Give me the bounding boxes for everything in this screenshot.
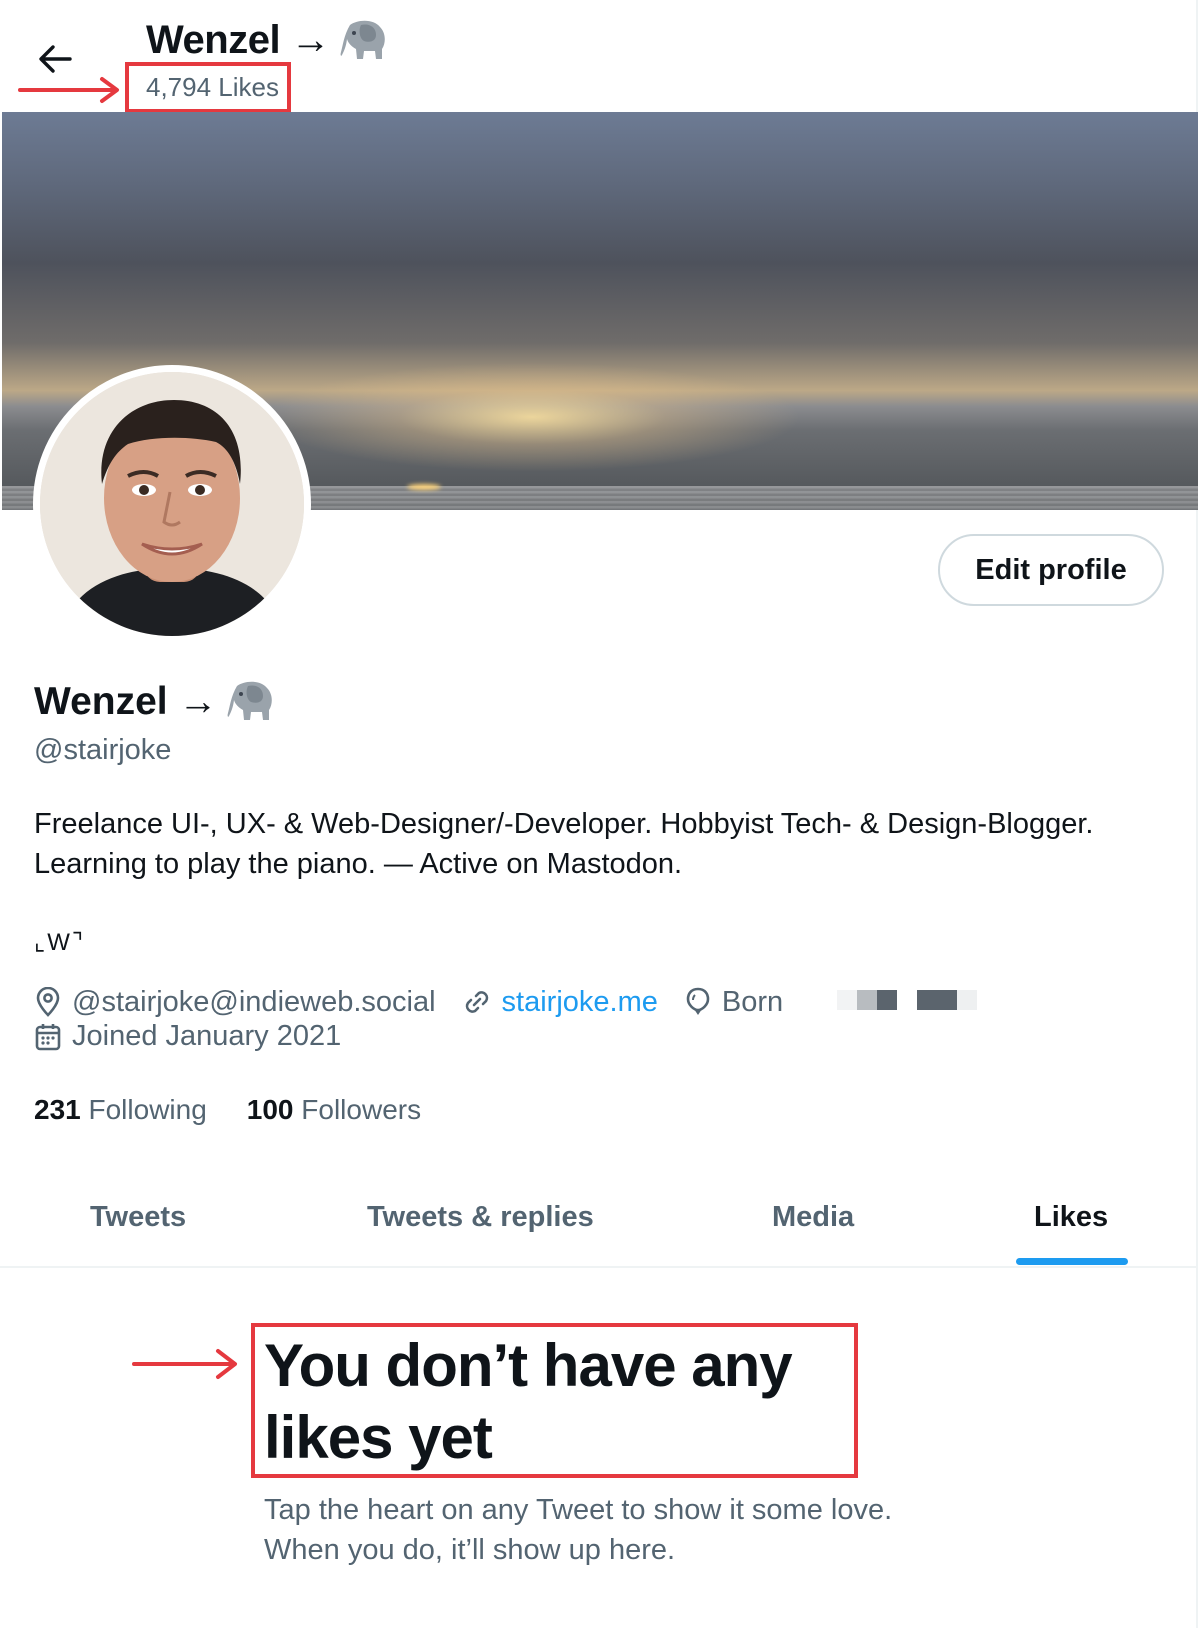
bio-mark: ⌞W⌝ — [34, 929, 86, 956]
profile-tabs: Tweets Tweets & replies Media Likes — [0, 1168, 1198, 1268]
profile-bio: Freelance UI-, UX- & Web-Designer/-Devel… — [34, 804, 1184, 884]
elephant-emoji-icon — [340, 20, 385, 59]
profile-website[interactable]: stairjoke.me — [462, 986, 658, 1019]
active-tab-indicator — [1016, 1258, 1128, 1265]
following-count: 231 — [34, 1094, 81, 1125]
tab-tweets-and-replies[interactable]: Tweets & replies — [367, 1168, 594, 1266]
profile-counts: 231 Following 100 Followers — [34, 1094, 421, 1126]
profile-location: @stairjoke@indieweb.social — [34, 986, 436, 1019]
followers-count: 100 — [246, 1094, 294, 1125]
balloon-icon — [686, 987, 710, 1015]
header-title-text: Wenzel → — [146, 18, 331, 62]
profile-website-link[interactable]: stairjoke.me — [502, 986, 658, 1019]
profile-display-name-text: Wenzel → — [34, 680, 218, 723]
link-icon — [465, 991, 488, 1013]
profile-display-name: Wenzel → — [34, 680, 277, 724]
empty-state-subtitle-line: When you do, it’ll show up here. — [264, 1534, 676, 1566]
tab-media[interactable]: Media — [772, 1168, 854, 1266]
profile-birthday-label: Born — [721, 985, 784, 1018]
empty-state-subtitle-line: Tap the heart on any Tweet to show it so… — [264, 1494, 893, 1526]
elephant-emoji-icon — [228, 681, 273, 720]
bio-line: Learning to play the piano. — Active on … — [34, 848, 683, 880]
banner-glow — [262, 362, 802, 472]
banner-sun — [407, 484, 441, 490]
profile-handle: @stairjoke — [34, 734, 172, 766]
birthday-redacted — [837, 990, 978, 1030]
empty-state-title: You don’t have any likes yet — [264, 1330, 793, 1474]
bio-line: Freelance UI-, UX- & Web-Designer/-Devel… — [34, 808, 1094, 840]
profile-joined: Joined January 2021 — [34, 1020, 341, 1053]
profile-meta-row: @stairjoke@indieweb.social stairjoke.me … — [34, 982, 1003, 1022]
following-link[interactable]: 231 Following — [34, 1094, 207, 1126]
following-label: Following — [88, 1094, 207, 1125]
profile-location-text: @stairjoke@indieweb.social — [72, 985, 436, 1018]
profile-birthday: Born — [684, 982, 978, 1022]
calendar-icon — [35, 1023, 61, 1050]
followers-link[interactable]: 100 Followers — [247, 1094, 421, 1126]
profile-joined-text: Joined January 2021 — [72, 1020, 342, 1052]
tab-tweets[interactable]: Tweets — [90, 1168, 186, 1266]
empty-state-subtitle: Tap the heart on any Tweet to show it so… — [264, 1490, 892, 1570]
tab-likes[interactable]: Likes — [1034, 1168, 1108, 1266]
edit-profile-button[interactable]: Edit profile — [938, 534, 1164, 606]
annotation-box-likes-count — [125, 62, 291, 113]
back-arrow-icon — [39, 45, 72, 73]
location-pin-icon — [36, 987, 60, 1017]
profile-meta-row-joined: Joined January 2021 — [34, 1020, 367, 1053]
followers-label: Followers — [301, 1094, 422, 1125]
annotation-arrow-icon — [132, 1349, 237, 1379]
profile-avatar[interactable] — [33, 365, 311, 643]
empty-state-title-line: You don’t have any — [264, 1332, 793, 1399]
empty-state-title-line: likes yet — [264, 1404, 493, 1471]
header-title: Wenzel → — [146, 18, 390, 63]
avatar-photo — [40, 372, 304, 636]
annotation-arrow-icon — [18, 77, 119, 103]
